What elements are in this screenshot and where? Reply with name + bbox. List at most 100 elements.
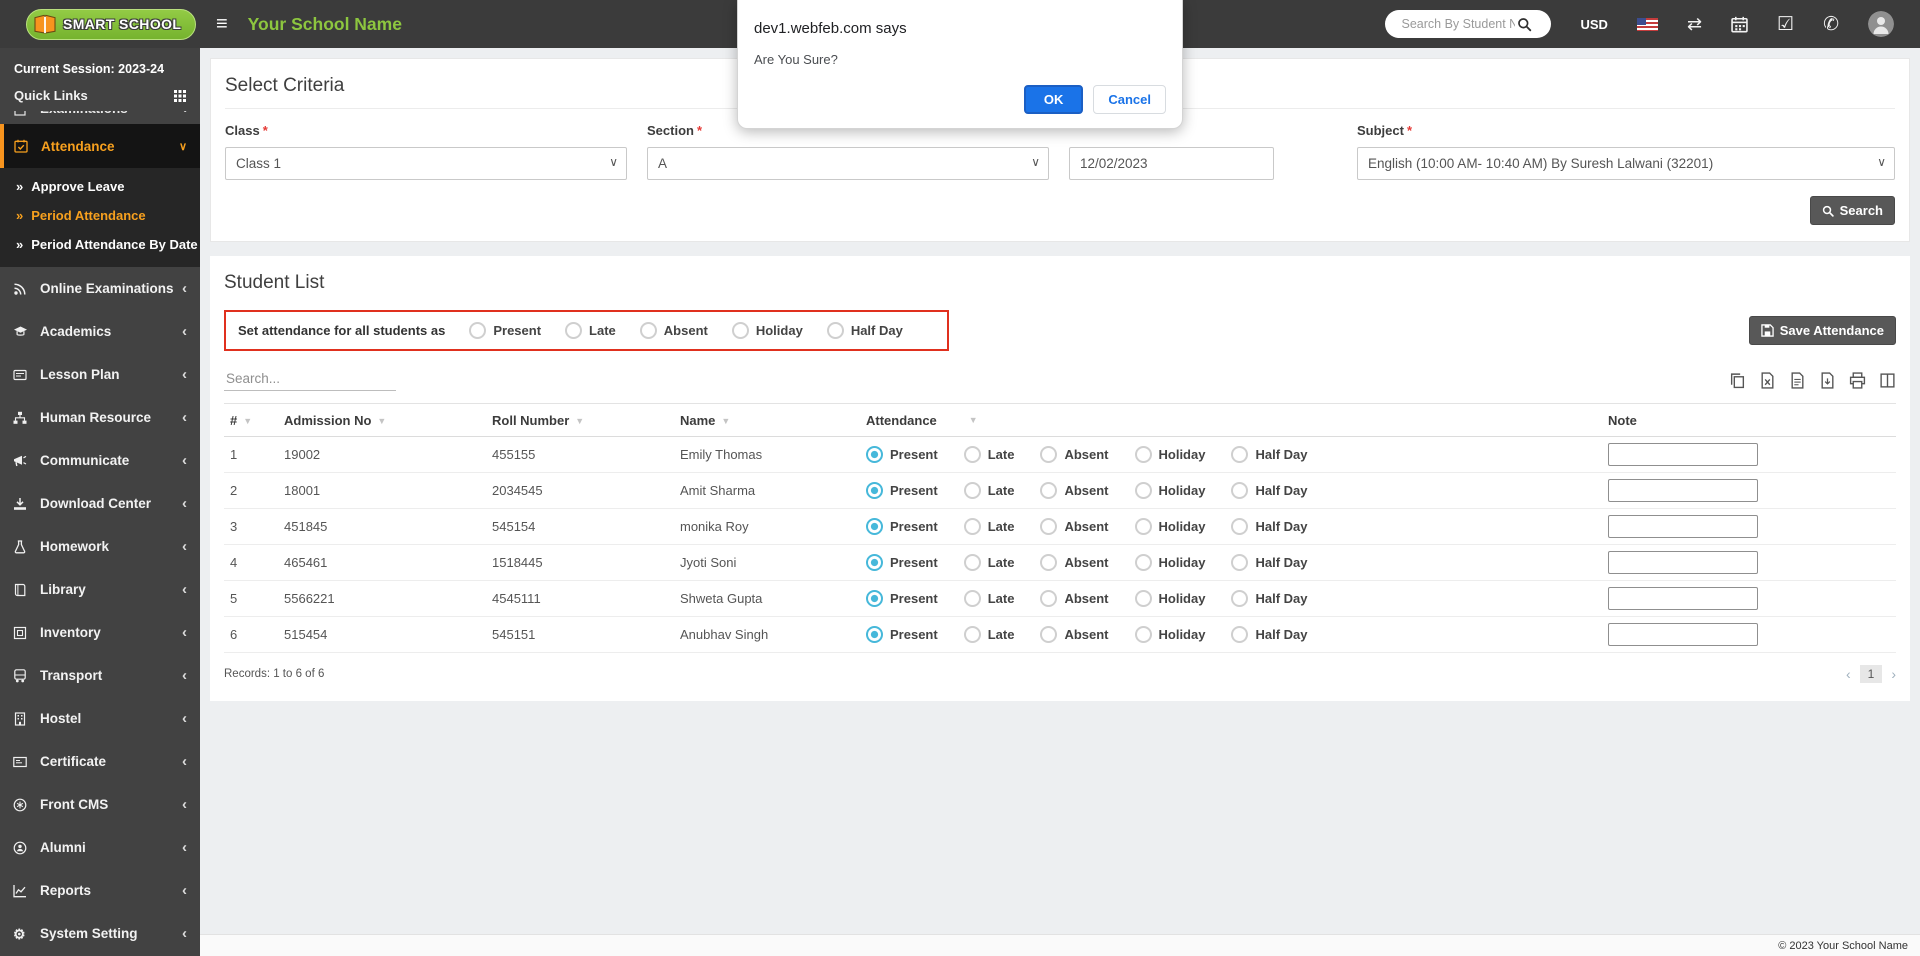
note-input[interactable] (1608, 623, 1758, 646)
table-search-input[interactable] (224, 367, 396, 391)
attendance-option[interactable]: Half Day (1231, 626, 1308, 643)
subject-select[interactable]: English (10:00 AM- 10:40 AM) By Suresh L… (1357, 147, 1895, 180)
sidebar-item-library[interactable]: Library ‹ (0, 568, 200, 611)
logo-box[interactable]: SMART SCHOOL (0, 8, 200, 40)
attendance-option[interactable]: Absent (1040, 446, 1109, 463)
set-all-radio[interactable] (469, 322, 487, 339)
attendance-option[interactable]: Half Day (1231, 446, 1308, 463)
sidebar-subitem-approve-leave[interactable]: » Approve Leave (0, 172, 200, 201)
attendance-radio[interactable] (963, 518, 981, 535)
attendance-option[interactable]: Absent (1040, 518, 1109, 535)
sidebar-item-transport[interactable]: Transport ‹ (0, 654, 200, 697)
attendance-option[interactable]: Late (963, 590, 1014, 607)
set-all-option[interactable]: Half Day (826, 322, 903, 339)
language-flag-icon[interactable] (1636, 17, 1658, 31)
attendance-option[interactable]: Half Day (1231, 482, 1308, 499)
attendance-radio[interactable] (1231, 446, 1249, 463)
attendance-option[interactable]: Present (866, 626, 938, 643)
class-select[interactable]: Class 1 (225, 147, 627, 180)
attendance-option[interactable]: Absent (1040, 554, 1109, 571)
attendance-radio[interactable] (963, 482, 981, 499)
attendance-radio[interactable] (1231, 518, 1249, 535)
attendance-radio[interactable] (1134, 554, 1152, 571)
column-header-roll-number[interactable]: Roll Number ▼ (492, 413, 680, 428)
attendance-radio[interactable] (1231, 554, 1249, 571)
print-icon[interactable] (1849, 372, 1866, 389)
grid-icon[interactable] (174, 89, 186, 102)
attendance-radio[interactable] (1040, 446, 1058, 463)
note-input[interactable] (1608, 479, 1758, 502)
attendance-option[interactable]: Present (866, 446, 938, 463)
attendance-option[interactable]: Present (866, 482, 938, 499)
sidebar-item-certificate[interactable]: Certificate ‹ (0, 740, 200, 783)
attendance-option[interactable]: Absent (1040, 626, 1109, 643)
attendance-radio[interactable] (1134, 482, 1152, 499)
attendance-radio[interactable] (1134, 446, 1152, 463)
csv-file-icon[interactable] (1789, 372, 1806, 389)
sidebar-subitem-period-attendance[interactable]: » Period Attendance (0, 201, 200, 230)
set-all-option[interactable]: Holiday (731, 322, 803, 339)
attendance-radio[interactable] (963, 626, 981, 643)
attendance-option[interactable]: Late (963, 446, 1014, 463)
pdf-export-icon[interactable] (1819, 372, 1836, 389)
whatsapp-icon[interactable]: ✆ (1823, 15, 1839, 34)
sidebar-subitem-period-attendance-by-date[interactable]: » Period Attendance By Date (0, 230, 200, 259)
attendance-radio[interactable] (866, 446, 883, 463)
attendance-option[interactable]: Late (963, 482, 1014, 499)
swap-arrows-icon[interactable]: ⇄ (1687, 15, 1702, 33)
section-select[interactable]: A (647, 147, 1049, 180)
column-header-name[interactable]: Name ▼ (680, 413, 866, 428)
attendance-radio[interactable] (866, 626, 883, 643)
attendance-radio[interactable] (963, 590, 981, 607)
attendance-radio[interactable] (1134, 590, 1152, 607)
attendance-option[interactable]: Holiday (1134, 626, 1205, 643)
attendance-option[interactable]: Holiday (1134, 446, 1205, 463)
note-input[interactable] (1608, 515, 1758, 538)
sidebar-item-reports[interactable]: Reports ‹ (0, 869, 200, 912)
sidebar-item-online-examinations[interactable]: Online Examinations ‹ (0, 267, 200, 310)
set-all-option[interactable]: Absent (639, 322, 708, 339)
attendance-radio[interactable] (1231, 626, 1249, 643)
hamburger-menu-icon[interactable]: ≡ (216, 14, 228, 34)
attendance-option[interactable]: Half Day (1231, 518, 1308, 535)
sidebar-item-examinations[interactable]: Examinations ‹ (0, 111, 200, 124)
sidebar-item-system-setting[interactable]: ⚙ System Setting ‹ (0, 912, 200, 955)
set-all-radio[interactable] (826, 322, 844, 339)
dialog-cancel-button[interactable]: Cancel (1093, 85, 1166, 114)
attendance-radio[interactable] (1231, 482, 1249, 499)
page-number[interactable]: 1 (1859, 665, 1883, 683)
column-header-sno[interactable]: # ▼ (224, 413, 284, 428)
copy-icon[interactable] (1729, 372, 1746, 389)
attendance-option[interactable]: Present (866, 590, 938, 607)
attendance-radio[interactable] (1040, 518, 1058, 535)
columns-icon[interactable] (1879, 372, 1896, 389)
attendance-option[interactable]: Holiday (1134, 554, 1205, 571)
sidebar-item-inventory[interactable]: Inventory ‹ (0, 611, 200, 654)
attendance-radio[interactable] (963, 446, 981, 463)
attendance-option[interactable]: Half Day (1231, 554, 1308, 571)
student-search-input[interactable] (1399, 16, 1518, 32)
attendance-radio[interactable] (866, 590, 883, 607)
sidebar-item-academics[interactable]: Academics ‹ (0, 310, 200, 353)
attendance-option[interactable]: Holiday (1134, 590, 1205, 607)
attendance-date-input[interactable] (1069, 147, 1274, 180)
attendance-option[interactable]: Late (963, 626, 1014, 643)
sidebar-item-front-cms[interactable]: Front CMS ‹ (0, 783, 200, 826)
sidebar-item-attendance[interactable]: Attendance ∨ (4, 124, 200, 168)
note-input[interactable] (1608, 443, 1758, 466)
attendance-radio[interactable] (1040, 482, 1058, 499)
sidebar-item-lesson-plan[interactable]: Lesson Plan ‹ (0, 353, 200, 396)
attendance-option[interactable]: Holiday (1134, 482, 1205, 499)
student-search-box[interactable] (1385, 10, 1552, 38)
sidebar-item-download-center[interactable]: Download Center ‹ (0, 482, 200, 525)
dialog-ok-button[interactable]: OK (1023, 85, 1084, 114)
sidebar-item-alumni[interactable]: Alumni ‹ (0, 826, 200, 869)
attendance-option[interactable]: Late (963, 518, 1014, 535)
excel-export-icon[interactable] (1759, 372, 1776, 389)
attendance-radio[interactable] (1134, 518, 1152, 535)
attendance-option[interactable]: Present (866, 518, 938, 535)
currency-label[interactable]: USD (1580, 17, 1607, 32)
tasks-check-icon[interactable]: ☑ (1777, 15, 1794, 34)
attendance-option[interactable]: Absent (1040, 590, 1109, 607)
set-all-radio[interactable] (639, 322, 657, 339)
